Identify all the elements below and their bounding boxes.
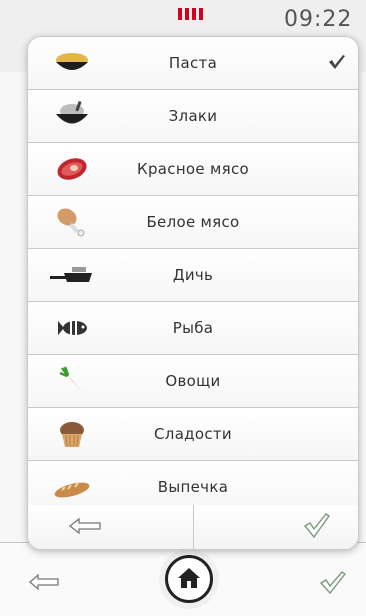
selected-check-icon xyxy=(328,54,346,74)
back-arrow-icon[interactable] xyxy=(28,573,60,595)
pasta-bowl-icon xyxy=(50,46,94,80)
home-icon xyxy=(178,568,200,588)
check-icon xyxy=(303,513,330,543)
clock-time: 09:22 xyxy=(284,7,353,32)
menu-back-button[interactable] xyxy=(28,505,194,549)
menu-item-row[interactable]: Рыба xyxy=(28,302,358,355)
steak-icon xyxy=(50,152,94,186)
menu-item-row[interactable]: Белое мясо xyxy=(28,196,358,249)
menu-item-row[interactable]: Красное мясо xyxy=(28,143,358,196)
menu-confirm-button[interactable] xyxy=(193,505,358,549)
menu-footer xyxy=(28,505,358,549)
check-icon[interactable] xyxy=(319,571,347,599)
muffin-icon xyxy=(50,417,94,451)
food-category-menu: Паста Злаки Красное мясо Белое мясо Дичь Рыба… xyxy=(27,36,359,550)
chicken-leg-icon xyxy=(50,205,94,239)
menu-item-row[interactable]: Сладости xyxy=(28,408,358,461)
fish-icon xyxy=(50,311,94,345)
menu-item-row[interactable]: Злаки xyxy=(28,90,358,143)
frying-pan-icon xyxy=(50,258,94,292)
menu-item-row[interactable]: Овощи xyxy=(28,355,358,408)
back-arrow-icon xyxy=(68,517,102,539)
grain-bowl-icon xyxy=(50,99,94,133)
bread-icon xyxy=(50,470,94,504)
battery-indicator-icon xyxy=(178,8,210,20)
carrot-icon xyxy=(50,364,94,398)
menu-item-row[interactable]: Дичь xyxy=(28,249,358,302)
home-button[interactable] xyxy=(165,555,213,603)
menu-item-row[interactable]: Паста xyxy=(28,37,358,90)
